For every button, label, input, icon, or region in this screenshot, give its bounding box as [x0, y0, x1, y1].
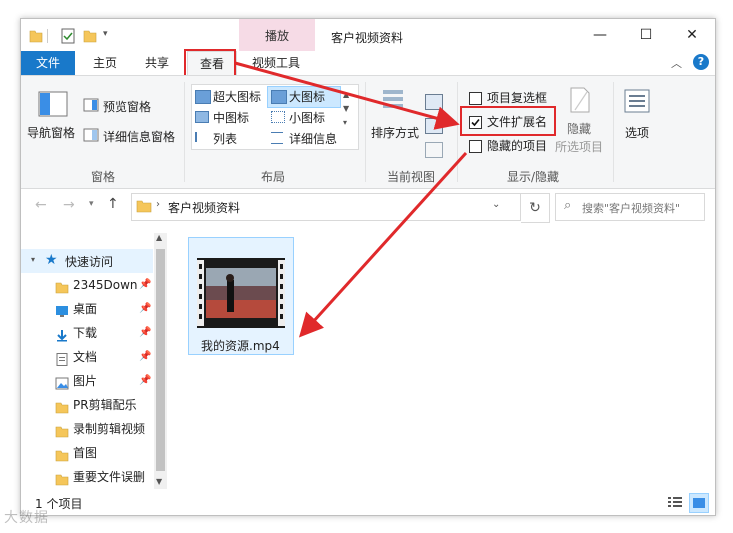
explorer-window: ▾ 播放 客户视频资料 — ☐ ✕ 文件 主页 共享 查看 视频工具 ︿ ? 导…	[20, 18, 716, 516]
details-view-icon[interactable]	[667, 495, 683, 509]
annotation-arrows	[234, 61, 468, 338]
status-bar: 1 个项目	[21, 491, 715, 515]
watermark: 大数据	[4, 510, 49, 526]
large-icons-view-icon[interactable]	[689, 493, 709, 513]
